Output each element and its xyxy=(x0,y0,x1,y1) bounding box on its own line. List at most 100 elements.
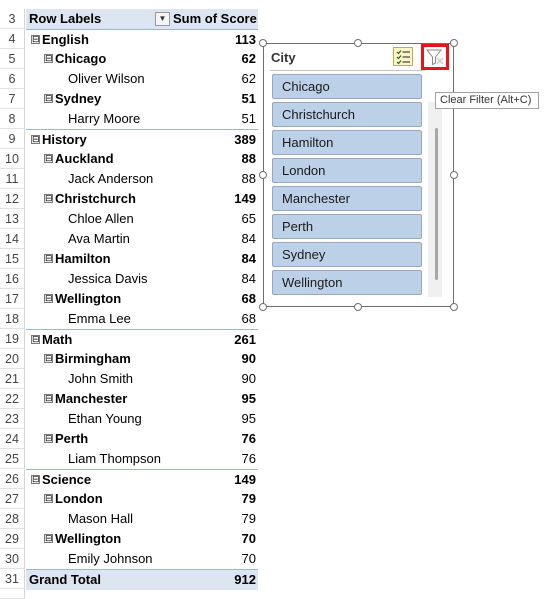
row-number[interactable]: 13 xyxy=(0,209,25,229)
pivot-cell[interactable]: ⊟ Chicago 62 xyxy=(26,49,258,69)
sheet-row[interactable]: 23 Ethan Young 95 xyxy=(0,409,546,429)
pivot-cell[interactable]: Emma Lee 68 xyxy=(26,309,258,329)
pivot-cell[interactable]: ⊟ Science 149 xyxy=(26,469,258,490)
row-number[interactable]: 30 xyxy=(0,549,25,569)
pivot-cell[interactable]: Jack Anderson 88 xyxy=(26,169,258,189)
slicer-item-manchester[interactable]: Manchester xyxy=(272,186,422,211)
collapse-toggle-icon[interactable]: ⊟ xyxy=(44,534,53,543)
pivot-cell[interactable]: Chloe Allen 65 xyxy=(26,209,258,229)
collapse-toggle-icon[interactable]: ⊟ xyxy=(44,494,53,503)
row-number[interactable]: 25 xyxy=(0,449,25,469)
row-number[interactable] xyxy=(0,589,25,599)
pivot-cell[interactable]: John Smith 90 xyxy=(26,369,258,389)
resize-handle-bottom-left[interactable] xyxy=(259,303,267,311)
row-number[interactable]: 3 xyxy=(0,9,25,29)
resize-handle-top-right[interactable] xyxy=(450,39,458,47)
pivot-cell[interactable]: Ethan Young 95 xyxy=(26,409,258,429)
row-number[interactable]: 22 xyxy=(0,389,25,409)
row-number[interactable]: 29 xyxy=(0,529,25,549)
sheet-row[interactable]: 28 Mason Hall 79 xyxy=(0,509,546,529)
row-number[interactable]: 6 xyxy=(0,69,25,89)
slicer-scrollbar-thumb[interactable] xyxy=(435,128,438,280)
row-number[interactable]: 21 xyxy=(0,369,25,389)
row-number[interactable]: 9 xyxy=(0,129,25,149)
collapse-toggle-icon[interactable]: ⊟ xyxy=(44,354,53,363)
sheet-row[interactable]: 30 Emily Johnson 70 xyxy=(0,549,546,569)
pivot-cell[interactable]: ⊟ Wellington 70 xyxy=(26,529,258,549)
pivot-cell[interactable]: Liam Thompson 76 xyxy=(26,449,258,469)
row-number[interactable]: 27 xyxy=(0,489,25,509)
pivot-cell[interactable]: Jessica Davis 84 xyxy=(26,269,258,289)
collapse-toggle-icon[interactable]: ⊟ xyxy=(44,254,53,263)
sheet-row[interactable]: 22 ⊟ Manchester 95 xyxy=(0,389,546,409)
pivot-cell[interactable]: ⊟ Sydney 51 xyxy=(26,89,258,109)
slicer-item-chicago[interactable]: Chicago xyxy=(272,74,422,99)
row-number[interactable]: 24 xyxy=(0,429,25,449)
row-filter-dropdown-icon[interactable]: ▼ xyxy=(155,12,170,26)
slicer-item-wellington[interactable]: Wellington xyxy=(272,270,422,295)
row-number[interactable]: 17 xyxy=(0,289,25,309)
sheet-row[interactable]: 24 ⊟ Perth 76 xyxy=(0,429,546,449)
pivot-cell[interactable]: ⊟ Perth 76 xyxy=(26,429,258,449)
sheet-row[interactable]: 18 Emma Lee 68 xyxy=(0,309,546,329)
row-number[interactable]: 4 xyxy=(0,29,25,49)
slicer-item-london[interactable]: London xyxy=(272,158,422,183)
row-number[interactable]: 20 xyxy=(0,349,25,369)
sheet-row[interactable]: 31 Grand Total 912 xyxy=(0,569,546,590)
sheet-row[interactable]: 26 ⊟ Science 149 xyxy=(0,469,546,489)
row-number[interactable]: 16 xyxy=(0,269,25,289)
pivot-cell[interactable]: Harry Moore 51 xyxy=(26,109,258,129)
row-number[interactable]: 8 xyxy=(0,109,25,129)
sheet-row[interactable]: 3 Row Labels ▼ Sum of Score xyxy=(0,9,546,29)
city-slicer[interactable]: City Chicago Christchurch Hamilton London Ma… xyxy=(263,43,454,307)
sheet-row[interactable]: 27 ⊟ London 79 xyxy=(0,489,546,509)
collapse-toggle-icon[interactable]: ⊟ xyxy=(44,154,53,163)
resize-handle-bottom-right[interactable] xyxy=(450,303,458,311)
row-number[interactable]: 28 xyxy=(0,509,25,529)
resize-handle-top-middle[interactable] xyxy=(354,39,362,47)
pivot-cell[interactable]: Ava Martin 84 xyxy=(26,229,258,249)
clear-filter-button[interactable] xyxy=(421,44,449,70)
row-number[interactable]: 5 xyxy=(0,49,25,69)
pivot-cell[interactable]: Emily Johnson 70 xyxy=(26,549,258,569)
resize-handle-top-left[interactable] xyxy=(259,39,267,47)
row-number[interactable]: 23 xyxy=(0,409,25,429)
row-number[interactable]: 11 xyxy=(0,169,25,189)
pivot-cell[interactable]: ⊟ Christchurch 149 xyxy=(26,189,258,209)
pivot-cell[interactable]: ⊟ London 79 xyxy=(26,489,258,509)
collapse-toggle-icon[interactable]: ⊟ xyxy=(44,54,53,63)
slicer-item-sydney[interactable]: Sydney xyxy=(272,242,422,267)
sheet-row[interactable]: 25 Liam Thompson 76 xyxy=(0,449,546,469)
collapse-toggle-icon[interactable]: ⊟ xyxy=(31,475,40,484)
row-number[interactable]: 10 xyxy=(0,149,25,169)
pivot-cell[interactable]: Oliver Wilson 62 xyxy=(26,69,258,89)
slicer-item-hamilton[interactable]: Hamilton xyxy=(272,130,422,155)
collapse-toggle-icon[interactable]: ⊟ xyxy=(44,194,53,203)
row-number[interactable]: 15 xyxy=(0,249,25,269)
collapse-toggle-icon[interactable]: ⊟ xyxy=(44,294,53,303)
collapse-toggle-icon[interactable]: ⊟ xyxy=(31,135,40,144)
row-number[interactable]: 19 xyxy=(0,329,25,349)
row-number[interactable]: 18 xyxy=(0,309,25,329)
row-number[interactable]: 26 xyxy=(0,469,25,489)
resize-handle-middle-right[interactable] xyxy=(450,171,458,179)
collapse-toggle-icon[interactable]: ⊟ xyxy=(44,94,53,103)
slicer-item-christchurch[interactable]: Christchurch xyxy=(272,102,422,127)
collapse-toggle-icon[interactable]: ⊟ xyxy=(44,434,53,443)
pivot-cell[interactable]: ⊟ Manchester 95 xyxy=(26,389,258,409)
pivot-cell[interactable]: ⊟ History 389 xyxy=(26,129,258,150)
pivot-cell[interactable]: ⊟ English 113 xyxy=(26,29,258,50)
collapse-toggle-icon[interactable]: ⊟ xyxy=(44,394,53,403)
row-number[interactable]: 31 xyxy=(0,569,25,589)
row-number[interactable]: 14 xyxy=(0,229,25,249)
pivot-cell[interactable]: ⊟ Hamilton 84 xyxy=(26,249,258,269)
sheet-row[interactable]: 29 ⊟ Wellington 70 xyxy=(0,529,546,549)
collapse-toggle-icon[interactable]: ⊟ xyxy=(31,335,40,344)
sheet-row[interactable]: 19 ⊟ Math 261 xyxy=(0,329,546,349)
pivot-cell[interactable]: ⊟ Birmingham 90 xyxy=(26,349,258,369)
pivot-cell[interactable]: ⊟ Math 261 xyxy=(26,329,258,350)
resize-handle-middle-left[interactable] xyxy=(259,171,267,179)
sheet-row[interactable]: 21 John Smith 90 xyxy=(0,369,546,389)
pivot-cell[interactable]: Grand Total 912 xyxy=(26,569,258,590)
collapse-toggle-icon[interactable]: ⊟ xyxy=(31,35,40,44)
